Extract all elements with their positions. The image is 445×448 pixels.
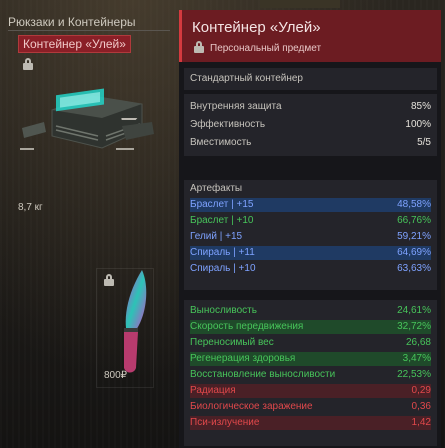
top-decoration [260, 0, 340, 8]
item-type: Стандартный контейнер [190, 73, 303, 84]
effect-row: Регенерация здоровья 3,47% [190, 352, 431, 366]
item-price: 800₽ [104, 370, 128, 381]
artifacts-section: Артефакты Браслет | +15 48,58% Браслет |… [184, 180, 437, 290]
artifact-row[interactable]: Браслет | +10 66,76% [190, 214, 431, 228]
item-type-section: Стандартный контейнер [184, 68, 437, 90]
tooltip-header: Контейнер «Улей» Персональный предмет [179, 10, 441, 62]
effect-row: Переносимый вес 26,68 [190, 337, 431, 348]
knife-image[interactable] [112, 268, 152, 378]
effect-row: Пси-излучение 1,42 [190, 416, 431, 430]
effect-row: Восстановление выносливости 22,53% [190, 369, 431, 380]
effects-section: Выносливость 24,61% Скорость передвижени… [184, 300, 437, 446]
artifact-row[interactable]: Браслет | +15 48,58% [190, 198, 431, 212]
effect-row: Скорость передвижения 32,72% [190, 320, 431, 334]
stat-row: Вместимость 5/5 [190, 137, 431, 148]
stat-row: Внутренняя защита 85% [190, 101, 431, 112]
item-tooltip: Контейнер «Улей» Персональный предмет Ст… [179, 10, 441, 448]
artifact-row[interactable]: Гелий | +15 59,21% [190, 230, 431, 244]
decor-dash [116, 148, 134, 150]
lock-icon [194, 41, 204, 53]
lock-icon [23, 58, 33, 70]
base-stats-section: Внутренняя защита 85% Эффективность 100%… [184, 94, 437, 156]
effect-row: Радиация 0,29 [190, 384, 431, 398]
artifact-row[interactable]: Спираль | +11 64,69% [190, 246, 431, 260]
effect-row: Выносливость 24,61% [190, 305, 431, 316]
inventory-panel: Рюкзаки и Контейнеры Контейнер «Улей» 8,… [0, 0, 178, 448]
category-label: Рюкзаки и Контейнеры [8, 15, 170, 31]
tooltip-subtitle: Персональный предмет [210, 43, 322, 54]
hive-container-image[interactable] [22, 82, 172, 162]
decor-dash [20, 148, 34, 150]
artifacts-header: Артефакты [190, 183, 243, 194]
tooltip-title: Контейнер «Улей» [192, 19, 321, 36]
selected-inventory-item[interactable]: Контейнер «Улей» [18, 35, 131, 53]
stat-row: Эффективность 100% [190, 119, 431, 130]
item-weight: 8,7 кг [18, 202, 43, 213]
effect-row: Биологическое заражение 0,36 [190, 401, 431, 412]
artifact-row[interactable]: Спираль | +10 63,63% [190, 262, 431, 276]
